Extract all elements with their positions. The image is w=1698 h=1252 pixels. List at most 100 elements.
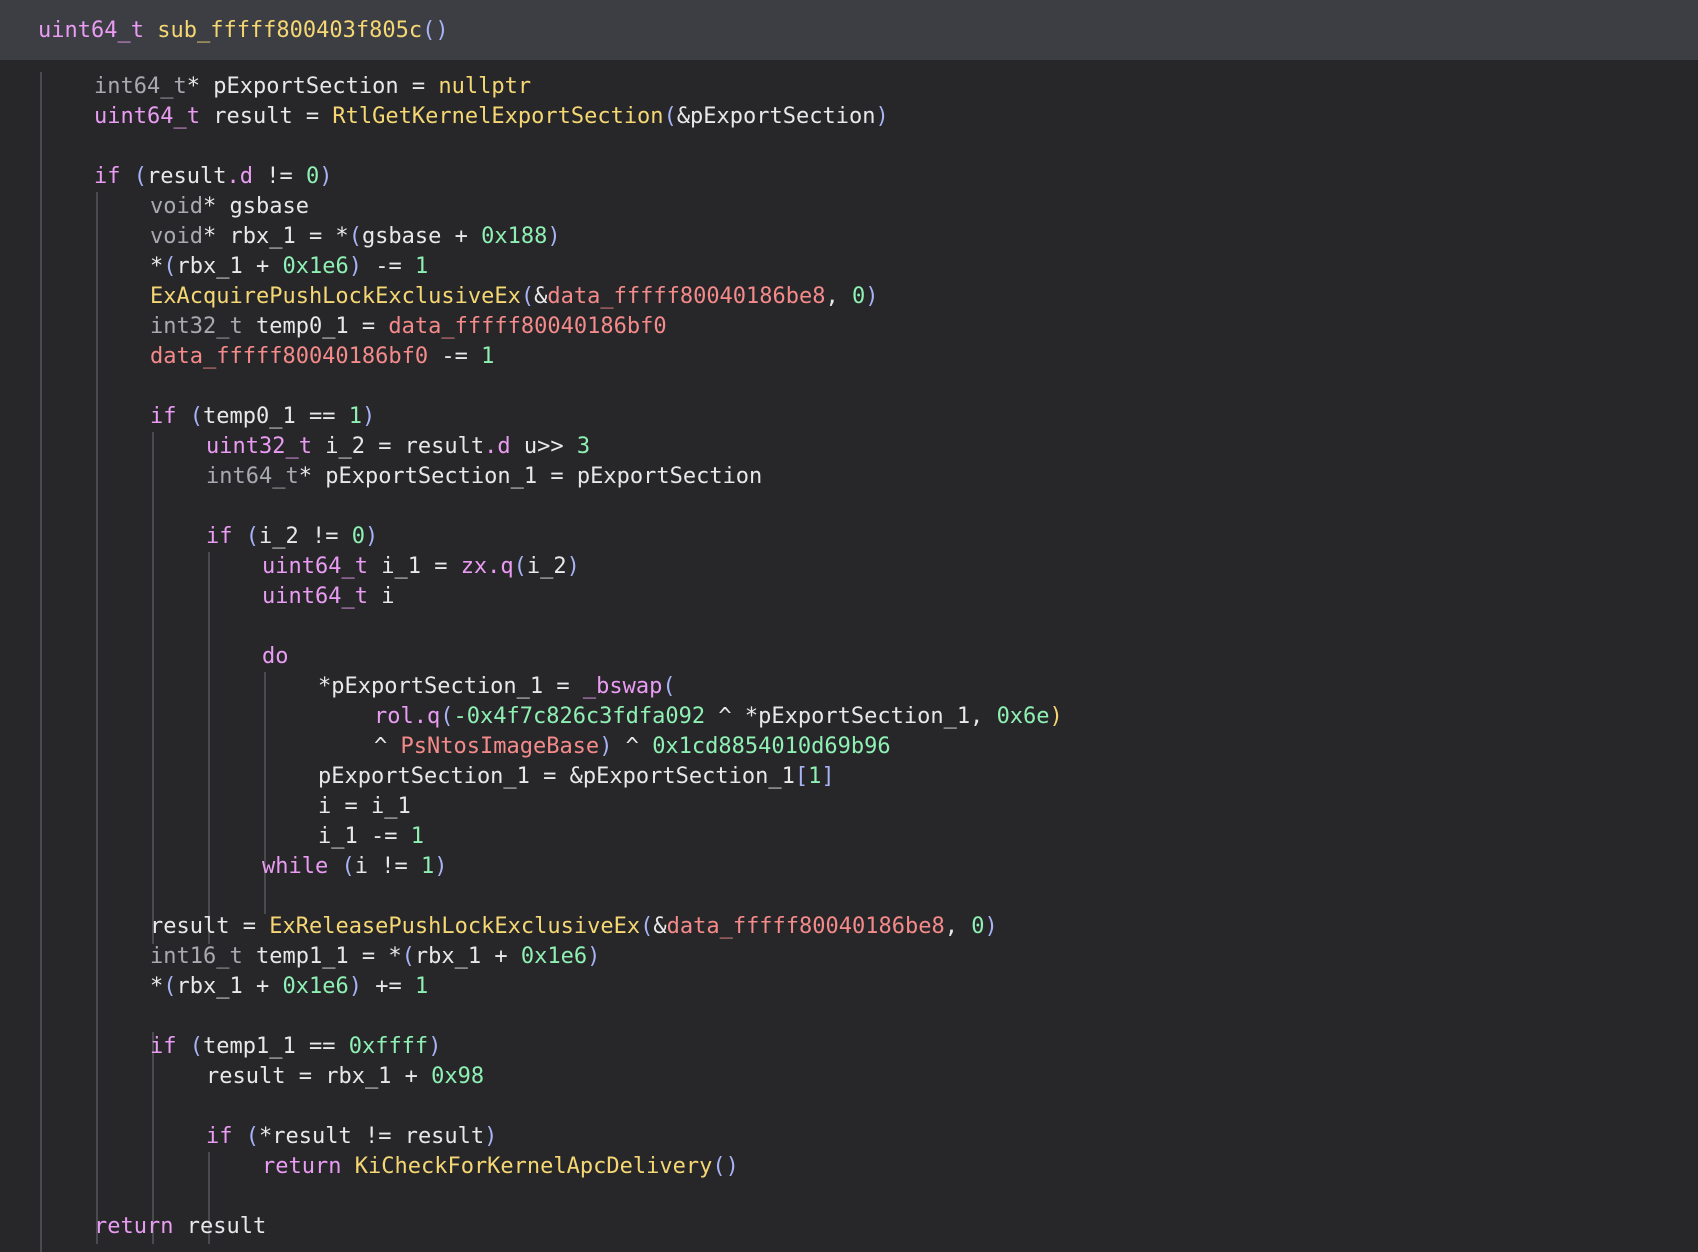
code-token: ) xyxy=(547,224,561,249)
code-token: 0x1e6 xyxy=(520,944,588,969)
code-token: pExportSection_1 = &pExportSection_1 xyxy=(318,764,795,789)
code-token: PsNtosImageBase xyxy=(400,734,600,759)
code-line[interactable]: rol.q(-0x4f7c826c3fdfa092 ^ *pExportSect… xyxy=(374,702,1063,732)
code-token: i_2 = result xyxy=(311,434,485,459)
code-line[interactable]: uint64_t result = RtlGetKernelExportSect… xyxy=(94,102,889,132)
code-line[interactable]: do xyxy=(262,642,289,672)
code-token: * pExportSection_1 = pExportSection xyxy=(298,464,763,489)
code-token: ) xyxy=(319,164,333,189)
code-token: sub_fffff800403f805c xyxy=(157,17,423,43)
code-token: rbx_1 + xyxy=(176,974,283,999)
code-line[interactable]: ExAcquirePushLockExclusiveEx(&data_fffff… xyxy=(150,282,879,312)
code-token: ^ xyxy=(612,734,653,759)
code-token: ) xyxy=(875,104,889,129)
code-token: ExReleasePushLockExclusiveEx xyxy=(269,914,641,939)
code-token: 0xffff xyxy=(348,1034,429,1059)
code-token: int64_t xyxy=(206,464,299,489)
code-token: & xyxy=(653,914,667,939)
code-token: ) xyxy=(599,734,613,759)
code-line[interactable]: *(rbx_1 + 0x1e6) -= 1 xyxy=(150,252,428,282)
code-token: ( xyxy=(640,914,654,939)
code-token: * rbx_1 = * xyxy=(202,224,349,249)
code-line[interactable]: data_fffff80040186bf0 -= 1 xyxy=(150,342,494,372)
code-token: ( xyxy=(163,974,177,999)
code-token: void xyxy=(150,224,203,249)
code-token: data_fffff80040186bf0 xyxy=(388,314,667,339)
code-token: ( xyxy=(245,1124,259,1149)
indent-guide xyxy=(208,552,210,944)
code-token: ) xyxy=(348,974,362,999)
code-token: if xyxy=(150,404,177,429)
code-line[interactable]: uint32_t i_2 = result.d u>> 3 xyxy=(206,432,590,462)
code-token: if xyxy=(206,1124,233,1149)
code-token: () xyxy=(712,1154,739,1179)
code-token: 0x6e xyxy=(996,704,1050,729)
code-line[interactable]: uint64_t i xyxy=(262,582,394,612)
code-token: ( xyxy=(513,554,527,579)
code-line[interactable]: void* rbx_1 = *(gsbase + 0x188) xyxy=(150,222,561,252)
code-token: if xyxy=(206,524,233,549)
code-token: ( xyxy=(440,704,454,729)
code-line[interactable]: result = rbx_1 + 0x98 xyxy=(206,1062,484,1092)
code-token: KiCheckForKernelApcDelivery xyxy=(354,1154,713,1179)
code-line[interactable]: i = i_1 xyxy=(318,792,411,822)
code-token: if xyxy=(94,164,121,189)
code-line[interactable]: void* gsbase xyxy=(150,192,309,222)
code-line[interactable]: *pExportSection_1 = _bswap( xyxy=(318,672,676,702)
code-line[interactable]: if (temp0_1 == 1) xyxy=(150,402,375,432)
code-token: ) xyxy=(1049,704,1063,729)
code-line[interactable]: uint64_t i_1 = zx.q(i_2) xyxy=(262,552,580,582)
code-token: 0x1e6 xyxy=(282,974,349,999)
code-token: gsbase + xyxy=(361,224,482,249)
code-token: , xyxy=(825,284,853,309)
code-token: * gsbase xyxy=(202,194,309,219)
code-token: nullptr xyxy=(438,74,532,99)
code-line[interactable]: while (i != 1) xyxy=(262,852,447,882)
code-line[interactable]: pExportSection_1 = &pExportSection_1[1] xyxy=(318,762,835,792)
code-token: ] xyxy=(821,764,835,789)
code-line[interactable]: if (*result != result) xyxy=(206,1122,497,1152)
code-token: result = rbx_1 + xyxy=(206,1064,432,1089)
code-token: 3 xyxy=(576,434,591,459)
code-token: result xyxy=(173,1214,267,1239)
code-line[interactable]: if (i_2 != 0) xyxy=(206,522,378,552)
code-line[interactable]: if (result.d != 0) xyxy=(94,162,332,192)
code-line[interactable]: int64_t* pExportSection = nullptr xyxy=(94,72,531,102)
code-token: ) xyxy=(348,254,362,279)
code-token: return xyxy=(262,1154,342,1179)
code-token: ) xyxy=(587,944,601,969)
code-token: i_1 -= xyxy=(318,824,411,849)
code-line[interactable]: ^ PsNtosImageBase) ^ 0x1cd8854010d69b96 xyxy=(374,732,891,762)
code-line[interactable]: int64_t* pExportSection_1 = pExportSecti… xyxy=(206,462,762,492)
code-line[interactable]: return KiCheckForKernelApcDelivery() xyxy=(262,1152,739,1182)
code-line[interactable]: int16_t temp1_1 = *(rbx_1 + 0x1e6) xyxy=(150,942,600,972)
code-token: uint64_t xyxy=(262,554,368,579)
code-token: 1 xyxy=(420,854,435,879)
code-token: 1 xyxy=(410,824,424,849)
code-view[interactable]: int64_t* pExportSection = nullptr uint64_… xyxy=(0,60,1698,1252)
code-token: 0x98 xyxy=(431,1064,485,1089)
code-token: ) xyxy=(865,284,879,309)
code-line[interactable]: *(rbx_1 + 0x1e6) += 1 xyxy=(150,972,428,1002)
code-line[interactable]: int32_t temp0_1 = data_fffff80040186bf0 xyxy=(150,312,667,342)
code-token: data_fffff80040186bf0 xyxy=(150,344,429,369)
code-line[interactable]: if (temp1_1 == 0xffff) xyxy=(150,1032,441,1062)
code-line[interactable]: i_1 -= 1 xyxy=(318,822,424,852)
code-token: return xyxy=(94,1214,174,1239)
code-token: 1 xyxy=(414,254,429,279)
code-token: uint64_t xyxy=(94,104,200,129)
code-token: ( xyxy=(662,674,676,699)
indent-guide xyxy=(96,192,98,1244)
code-token: i != xyxy=(354,854,421,879)
code-line[interactable]: result = ExReleasePushLockExclusiveEx(&d… xyxy=(150,912,998,942)
function-signature[interactable]: uint64_t sub_fffff800403f805c() xyxy=(0,0,1698,60)
indent-guide xyxy=(152,432,154,944)
code-line[interactable]: return result xyxy=(94,1212,266,1242)
code-token: 1 xyxy=(481,344,495,369)
code-token: & xyxy=(534,284,548,309)
code-token: ( xyxy=(163,254,177,279)
